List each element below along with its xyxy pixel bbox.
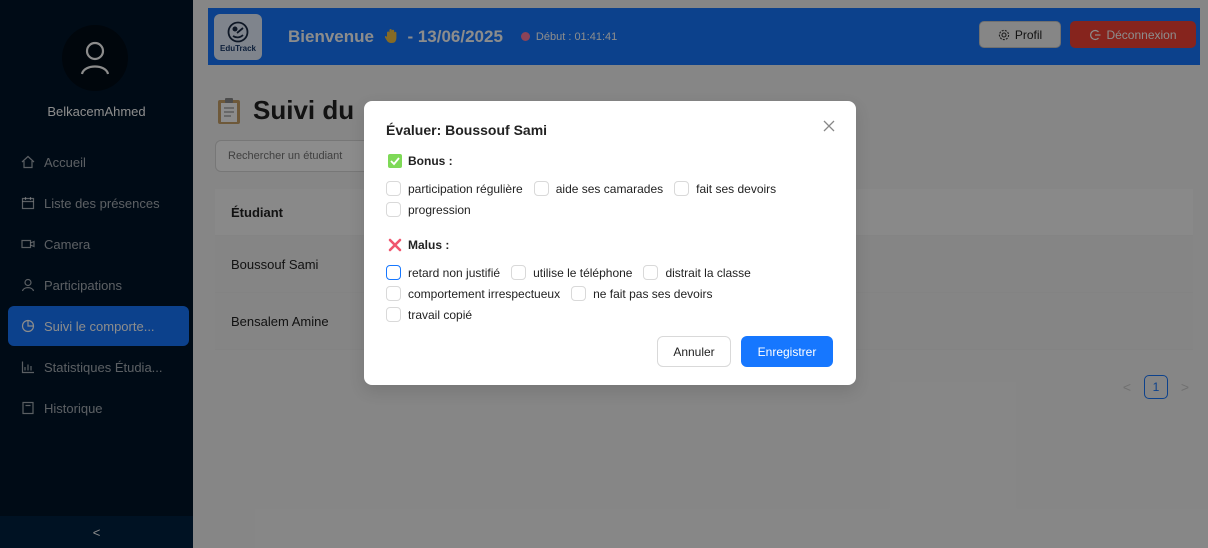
check-box-icon [388,154,402,168]
checkbox-box[interactable] [386,265,401,280]
save-button[interactable]: Enregistrer [741,336,833,367]
malus-options-row: comportement irrespectueux ne fait pas s… [386,286,723,301]
checkbox-label: progression [408,202,471,217]
bonus-section-title: Bonus : [388,154,453,168]
cancel-button[interactable]: Annuler [657,336,731,367]
checkbox-label: utilise le téléphone [533,265,633,280]
bonus-checkbox[interactable]: progression [386,202,471,217]
malus-checkbox[interactable]: utilise le téléphone [511,265,632,280]
checkbox-box[interactable] [533,181,549,196]
malus-section-title: Malus : [388,238,449,252]
checkbox-box[interactable] [386,286,401,301]
checkbox-label: comportement irrespectueux [408,286,561,301]
bonus-options-row: progression [386,202,482,217]
close-icon[interactable] [821,118,837,134]
checkbox-box[interactable] [386,307,401,322]
bonus-checkbox[interactable]: participation régulière [386,181,523,196]
malus-options-row: travail copié [386,307,483,322]
checkbox-label: ne fait pas ses devoirs [593,286,713,301]
checkbox-label: retard non justifié [408,265,501,280]
checkbox-label: aide ses camarades [555,181,664,196]
checkbox-box[interactable] [511,265,527,280]
bonus-checkbox[interactable]: aide ses camarades [533,181,664,196]
malus-title: Malus : [408,238,450,252]
malus-checkbox[interactable]: retard non justifié [386,265,500,280]
checkbox-box[interactable] [386,181,401,196]
checkbox-box[interactable] [674,181,690,196]
checkbox-label: fait ses devoirs [696,181,777,196]
malus-checkbox[interactable]: distrait la classe [643,265,751,280]
malus-checkbox[interactable]: travail copié [386,307,472,322]
checkbox-label: distrait la classe [665,265,751,280]
bonus-checkbox[interactable]: fait ses devoirs [674,181,776,196]
modal-title: Évaluer: Boussouf Sami [386,122,548,138]
checkbox-box[interactable] [571,286,587,301]
bonus-options-row: participation régulière aide ses camarad… [386,181,787,196]
malus-options-row: retard non justifié utilise le téléphone… [386,265,762,280]
malus-checkbox[interactable]: ne fait pas ses devoirs [571,286,712,301]
cross-mark-icon [388,238,402,252]
checkbox-box[interactable] [386,202,401,217]
bonus-title: Bonus : [408,154,453,168]
checkbox-box[interactable] [643,265,659,280]
evaluation-modal: Évaluer: Boussouf Sami Bonus : participa… [364,101,856,385]
checkbox-label: travail copié [408,307,473,322]
checkbox-label: participation régulière [408,181,523,196]
malus-checkbox[interactable]: comportement irrespectueux [386,286,560,301]
